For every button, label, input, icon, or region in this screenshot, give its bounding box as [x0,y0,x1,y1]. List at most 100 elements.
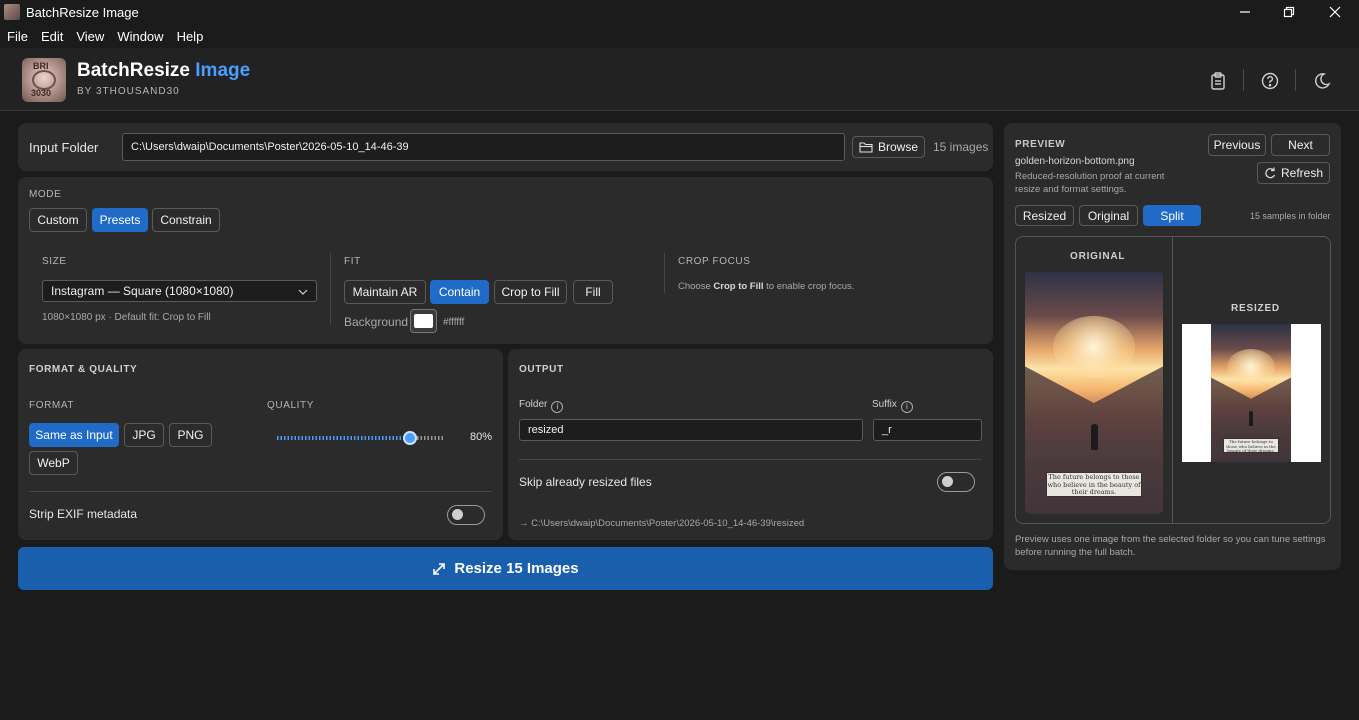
skip-resized-label: Skip already resized files [519,475,652,489]
brand-byline: BY 3THOUSAND30 [77,86,180,97]
app-logo: BRI 3030 [22,58,66,102]
input-folder-label: Input Folder [29,140,99,155]
skip-resized-toggle[interactable] [937,472,975,492]
crop-focus-hint: Choose Crop to Fill to enable crop focus… [678,281,855,292]
header-divider [1243,69,1244,91]
info-icon[interactable]: i [900,401,913,413]
preview-filename: golden-horizon-bottom.png [1015,156,1135,167]
format-webp-button[interactable]: WebP [29,451,78,475]
brand-title: BatchResize Image [77,60,250,82]
preview-title: PREVIEW [1015,139,1066,150]
size-hint: 1080×1080 px · Default fit: Crop to Fill [42,312,211,323]
mode-custom-button[interactable]: Custom [29,208,87,232]
output-folder-input[interactable]: resized [519,419,863,441]
original-caption: The future belongs to those who believe … [1046,472,1142,497]
suffix-label: Suffix i [872,399,913,413]
clipboard-icon[interactable] [1207,70,1229,92]
background-label: Background [344,315,409,329]
app-icon [4,4,20,20]
size-title: SIZE [42,256,67,267]
maximize-icon[interactable] [1266,0,1312,24]
crop-divider [664,253,665,293]
input-folder-field[interactable]: C:\Users\dwaip\Documents\Poster\2026-05-… [122,133,845,161]
browse-button[interactable]: Browse [852,136,925,158]
format-png-button[interactable]: PNG [169,423,212,447]
format-quality-panel: FORMAT & QUALITY FORMAT Same as Input JP… [18,349,503,540]
split-divider [1172,237,1173,523]
previous-button[interactable]: Previous [1208,134,1266,156]
next-button[interactable]: Next [1271,134,1330,156]
menu-view[interactable]: View [69,29,110,44]
size-selected: Instagram — Square (1080×1080) [51,284,234,298]
split-preview: ORIGINAL RESIZED The future belongs to t… [1015,236,1331,524]
menu-window[interactable]: Window [110,29,169,44]
background-color-swatch[interactable] [410,309,437,333]
folder-label: Folder i [519,399,564,413]
output-panel: OUTPUT Folder i resized Suffix i _r Skip a… [508,349,993,540]
suffix-input[interactable]: _r [873,419,982,441]
samples-count: 15 samples in folder [1250,211,1331,221]
chevron-down-icon [298,289,308,295]
window-title: BatchResize Image [26,4,139,20]
image-count: 15 images [933,140,989,154]
format-jpg-button[interactable]: JPG [124,423,164,447]
format-label: FORMAT [29,400,75,411]
mode-presets-button[interactable]: Presets [92,208,148,232]
format-same-as-input-button[interactable]: Same as Input [29,423,119,447]
resize-label: Resize 15 Images [454,560,579,577]
refresh-icon [1265,167,1276,179]
app-header: BRI 3030 BatchResize Image BY 3THOUSAND3… [0,48,1359,111]
input-folder-panel: Input Folder C:\Users\dwaip\Documents\Po… [18,123,993,171]
menu-bar: File Edit View Window Help [0,24,1359,48]
minimize-icon[interactable] [1222,0,1268,24]
view-original-button[interactable]: Original [1079,205,1138,226]
resized-label: RESIZED [1231,303,1280,314]
preview-description: Reduced-resolution proof at current resi… [1015,171,1165,195]
fit-divider [330,253,331,325]
crop-focus-title: CROP FOCUS [678,256,751,267]
input-folder-path: C:\Users\dwaip\Documents\Poster\2026-05-… [131,141,409,153]
strip-exif-toggle[interactable] [447,505,485,525]
mode-panel: MODE Custom Presets Constrain SIZE Insta… [18,177,993,344]
brand-main: BatchResize [77,60,190,81]
background-hex: #ffffff [443,317,465,328]
quality-value: 80% [470,431,493,443]
fit-maintain-ar-button[interactable]: Maintain AR [344,280,426,304]
strip-exif-label: Strip EXIF metadata [29,507,138,521]
brand-accent: Image [195,60,251,81]
menu-file[interactable]: File [0,29,34,44]
menu-edit[interactable]: Edit [34,29,69,44]
menu-help[interactable]: Help [170,29,210,44]
moon-icon[interactable] [1311,70,1333,92]
view-split-button[interactable]: Split [1143,205,1201,226]
expand-icon [433,562,446,575]
mode-title: MODE [29,189,62,200]
output-divider [519,459,982,460]
quality-slider-thumb[interactable] [403,431,417,445]
original-image: The future belongs to those who believe … [1025,272,1163,514]
help-icon[interactable] [1259,70,1281,92]
resize-button[interactable]: Resize 15 Images [18,547,993,590]
folder-icon [859,142,873,153]
title-bar: BatchResize Image [0,0,1359,24]
close-icon[interactable] [1312,0,1358,24]
resized-caption: The future belongs to those who believe … [1223,438,1279,453]
output-title: OUTPUT [519,364,564,375]
quality-slider[interactable] [277,431,443,445]
format-divider [29,491,492,492]
preview-footer: Preview uses one image from the selected… [1015,534,1326,558]
fit-fill-button[interactable]: Fill [573,280,613,304]
resized-image: The future belongs to those who believe … [1182,324,1321,462]
mode-constrain-button[interactable]: Constrain [152,208,220,232]
header-divider [1295,69,1296,91]
view-resized-button[interactable]: Resized [1015,205,1074,226]
fit-contain-button[interactable]: Contain [430,280,489,304]
refresh-button[interactable]: Refresh [1257,162,1330,184]
info-icon[interactable]: i [551,401,564,413]
fit-title: FIT [344,256,361,267]
quality-label: QUALITY [267,400,314,411]
size-select[interactable]: Instagram — Square (1080×1080) [42,280,317,302]
fit-crop-to-fill-button[interactable]: Crop to Fill [494,280,567,304]
format-quality-title: FORMAT & QUALITY [29,364,138,375]
browse-label: Browse [877,140,918,154]
